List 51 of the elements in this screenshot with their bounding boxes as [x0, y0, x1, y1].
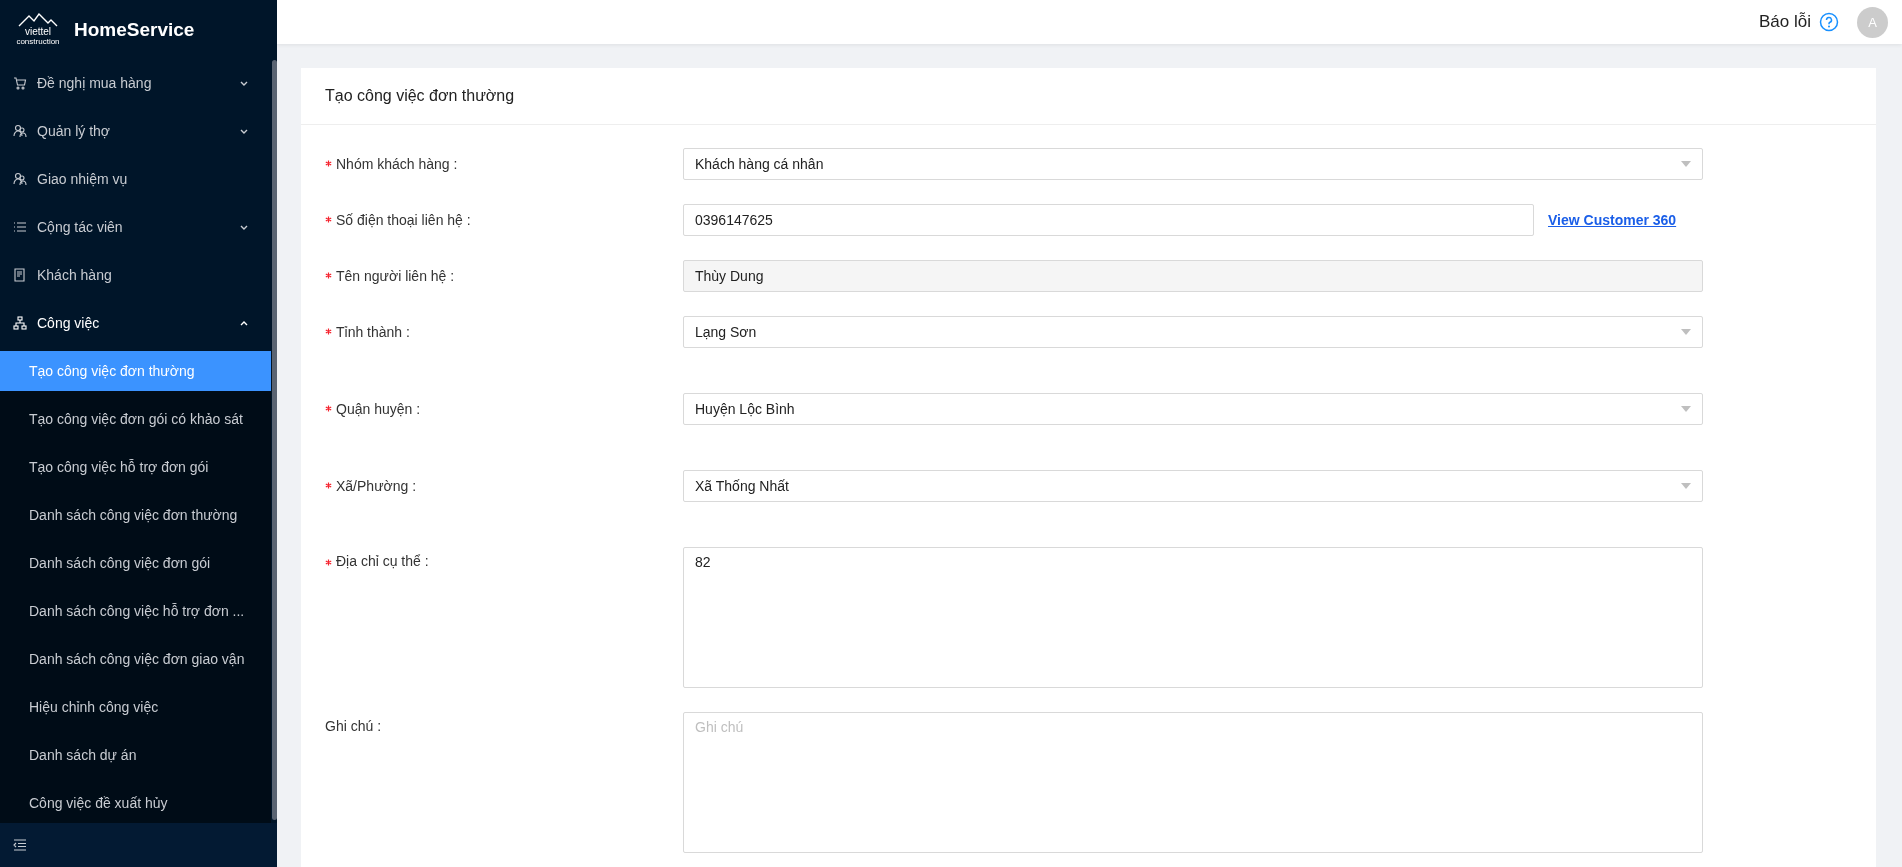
sidebar-item[interactable]: Khách hàng	[0, 255, 271, 295]
sidebar-item[interactable]: Cộng tác viên	[0, 207, 271, 247]
report-link[interactable]: Báo lỗi	[1759, 12, 1811, 32]
field-label: Số điện thoại liên hệ :	[336, 211, 471, 230]
collapse-menu-icon[interactable]	[13, 839, 27, 851]
submenu-item[interactable]: Hiệu chỉnh công việc	[0, 687, 271, 727]
field-label: Tỉnh thành :	[336, 323, 410, 342]
submenu-item[interactable]: Danh sách công việc đơn thường	[0, 495, 271, 535]
submenu-item[interactable]: Danh sách công việc đơn gói	[0, 543, 271, 583]
help-icon[interactable]	[1819, 12, 1839, 32]
card-title: Tạo công việc đơn thường	[301, 68, 1876, 125]
select-field[interactable]: Lạng Sơn	[683, 316, 1703, 348]
app-name: HomeService	[74, 18, 195, 41]
select-field[interactable]: Xã Thống Nhất	[683, 470, 1703, 502]
sidebar-item[interactable]: Quản lý thợ	[0, 111, 271, 151]
field-label: Nhóm khách hàng :	[336, 155, 458, 174]
list-icon	[13, 220, 27, 234]
customer-360-link[interactable]: View Customer 360	[1548, 212, 1677, 228]
people-icon	[13, 124, 27, 138]
submenu-item[interactable]: Tạo công việc đơn gói có khảo sát	[0, 399, 271, 439]
sidebar-item[interactable]: Công việc	[0, 303, 271, 343]
submenu-item[interactable]: Danh sách công việc đơn giao vận	[0, 639, 271, 679]
sidebar-item[interactable]: Giao nhiệm vụ	[0, 159, 271, 199]
scrollbar[interactable]	[272, 60, 277, 820]
submenu-item[interactable]: Danh sách dự án	[0, 735, 271, 775]
field-label: Ghi chú :	[325, 717, 382, 736]
text-area[interactable]: 82	[683, 547, 1703, 688]
input-field[interactable]: Thùy Dung	[683, 260, 1703, 292]
sidebar-item[interactable]: Đề nghị mua hàng	[0, 63, 271, 103]
select-field[interactable]: Khách hàng cá nhân	[683, 148, 1703, 180]
people-icon	[13, 172, 27, 186]
logo-text: viettel	[24, 27, 52, 37]
submenu-item[interactable]: Tạo công việc hỗ trợ đơn gói	[0, 447, 271, 487]
dropdown-caret-icon	[1681, 406, 1691, 412]
doc-icon	[13, 268, 27, 282]
field-label: Quận huyện :	[336, 400, 421, 419]
dropdown-caret-icon	[1681, 483, 1691, 489]
field-label: Tên người liên hệ :	[336, 267, 455, 286]
text-area[interactable]: Ghi chú	[683, 712, 1703, 853]
field-label: Xã/Phường :	[336, 477, 417, 496]
field-label: Địa chỉ cụ thể :	[336, 552, 429, 571]
roof-icon	[18, 13, 58, 27]
cart-icon	[13, 76, 27, 90]
submenu-item[interactable]: Danh sách công việc hỗ trợ đơn ...	[0, 591, 271, 631]
dropdown-caret-icon	[1681, 161, 1691, 167]
tree-icon	[13, 316, 27, 330]
dropdown-caret-icon	[1681, 329, 1691, 335]
logo-subtext: construction	[16, 37, 60, 46]
select-field[interactable]: Huyện Lộc Bình	[683, 393, 1703, 425]
input-field[interactable]: 0396147625	[683, 204, 1534, 236]
submenu-item[interactable]: Công việc đề xuất hủy	[0, 783, 271, 823]
